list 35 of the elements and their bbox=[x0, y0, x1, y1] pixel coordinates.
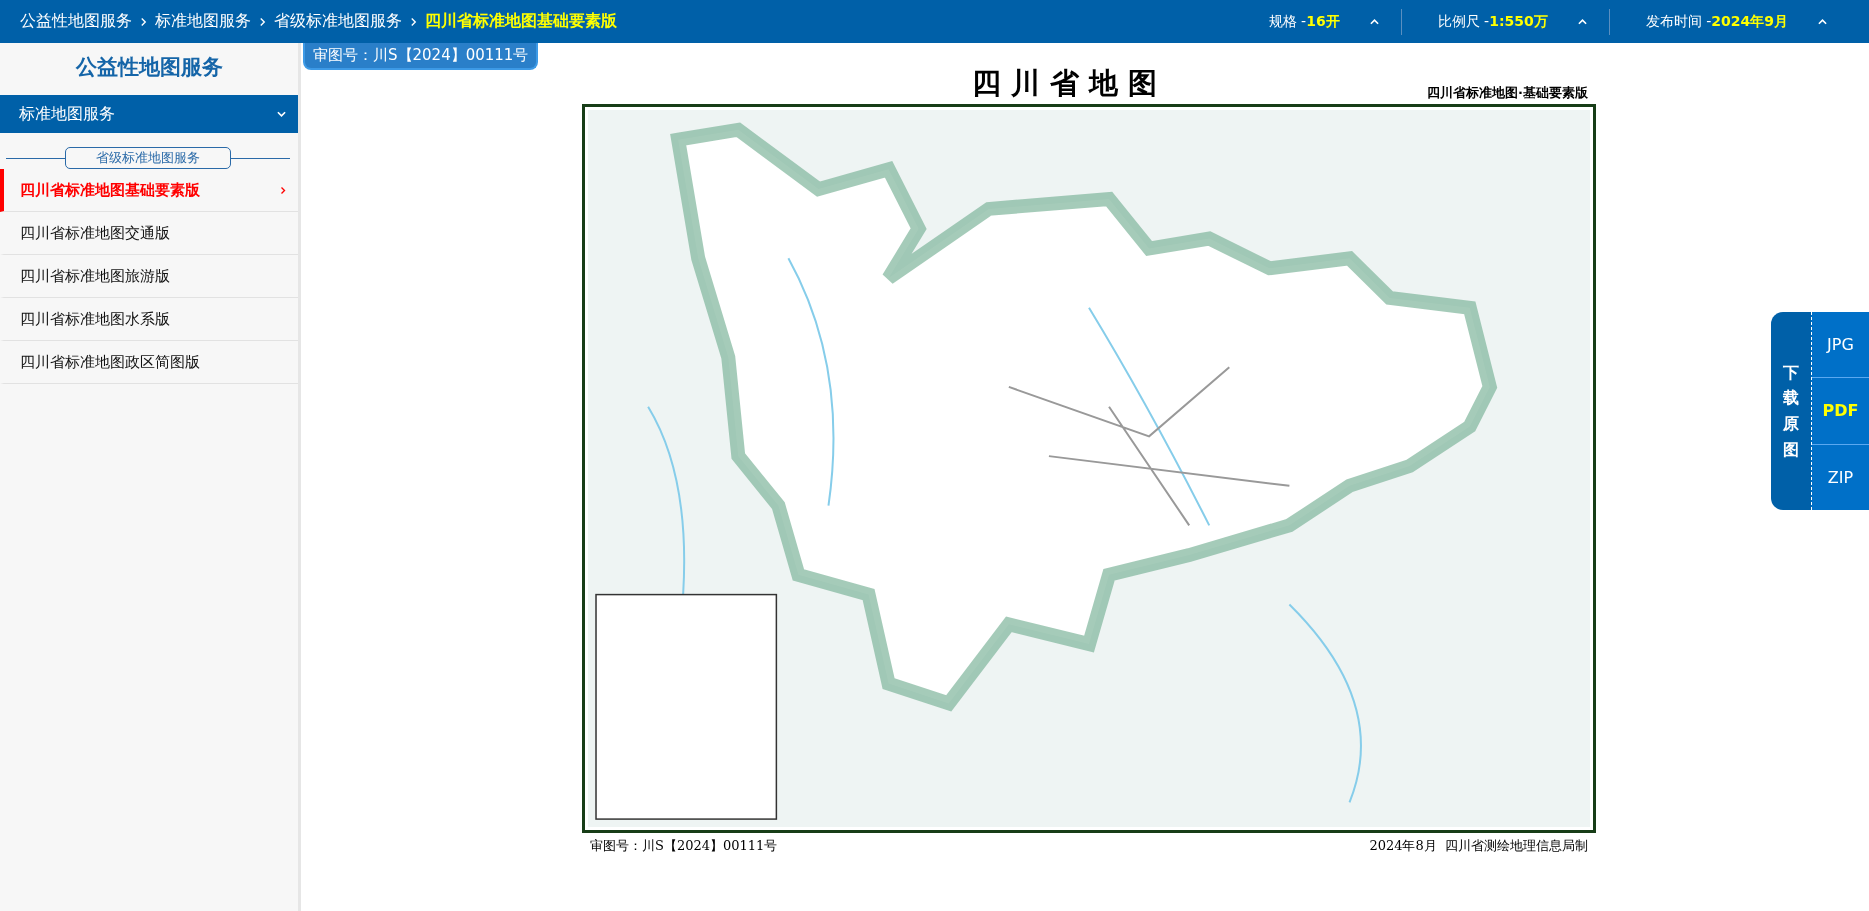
chevron-right-icon bbox=[280, 185, 286, 195]
caret-up-icon[interactable] bbox=[1577, 18, 1587, 25]
chevron-right-icon bbox=[140, 16, 147, 27]
filter-value: 16开 bbox=[1306, 12, 1340, 31]
breadcrumb-link[interactable]: 四川省标准地图基础要素版 bbox=[425, 11, 617, 32]
chevron-down-icon bbox=[277, 110, 286, 118]
sidebar-item[interactable]: 四川省标准地图政区简图版 bbox=[0, 341, 298, 384]
caret-up-icon[interactable] bbox=[1369, 18, 1379, 25]
sidebar-item[interactable]: 四川省标准地图旅游版 bbox=[0, 255, 298, 298]
breadcrumb-link[interactable]: 公益性地图服务 bbox=[20, 11, 132, 32]
breadcrumb-link[interactable]: 省级标准地图服务 bbox=[274, 11, 402, 32]
download-format-link[interactable]: PDF bbox=[1812, 377, 1869, 444]
filter-label: 发布时间 - bbox=[1645, 12, 1712, 31]
section-header[interactable]: 标准地图服务 bbox=[0, 95, 298, 133]
chevron-right-icon bbox=[259, 16, 266, 27]
filter-label: 比例尺 - bbox=[1437, 12, 1490, 31]
sidebar-item[interactable]: 四川省标准地图水系版 bbox=[0, 298, 298, 341]
review-number-badge: 审图号：川S【2024】00111号 bbox=[303, 43, 539, 70]
map-review-number: 审图号：川S【2024】00111号 bbox=[590, 837, 778, 855]
sidebar-title: 公益性地图服务 bbox=[74, 54, 224, 81]
group-label: 省级标准地图服务 bbox=[65, 147, 231, 169]
breadcrumb-link[interactable]: 标准地图服务 bbox=[155, 11, 251, 32]
map-publisher: 2024年8月 四川省测绘地理信息局制 bbox=[1369, 837, 1588, 855]
filter-label: 规格 - bbox=[1268, 12, 1307, 31]
filter-value: 2024年9月 bbox=[1711, 12, 1788, 31]
download-format-link[interactable]: JPG bbox=[1812, 312, 1869, 378]
map-subtitle: 四川省标准地图·基础要素版 bbox=[1427, 84, 1589, 102]
map-title: 四 川 省 地 图 bbox=[972, 65, 1158, 102]
filter-value: 1:550万 bbox=[1489, 12, 1548, 31]
sidebar-item[interactable]: 四川省标准地图基础要素版 bbox=[0, 169, 298, 212]
chevron-right-icon bbox=[410, 16, 417, 27]
download-label: 下载原图 bbox=[1783, 361, 1799, 461]
download-format-link[interactable]: ZIP bbox=[1812, 443, 1869, 510]
sidebar-item[interactable]: 四川省标准地图交通版 bbox=[0, 212, 298, 255]
caret-up-icon[interactable] bbox=[1818, 18, 1827, 25]
